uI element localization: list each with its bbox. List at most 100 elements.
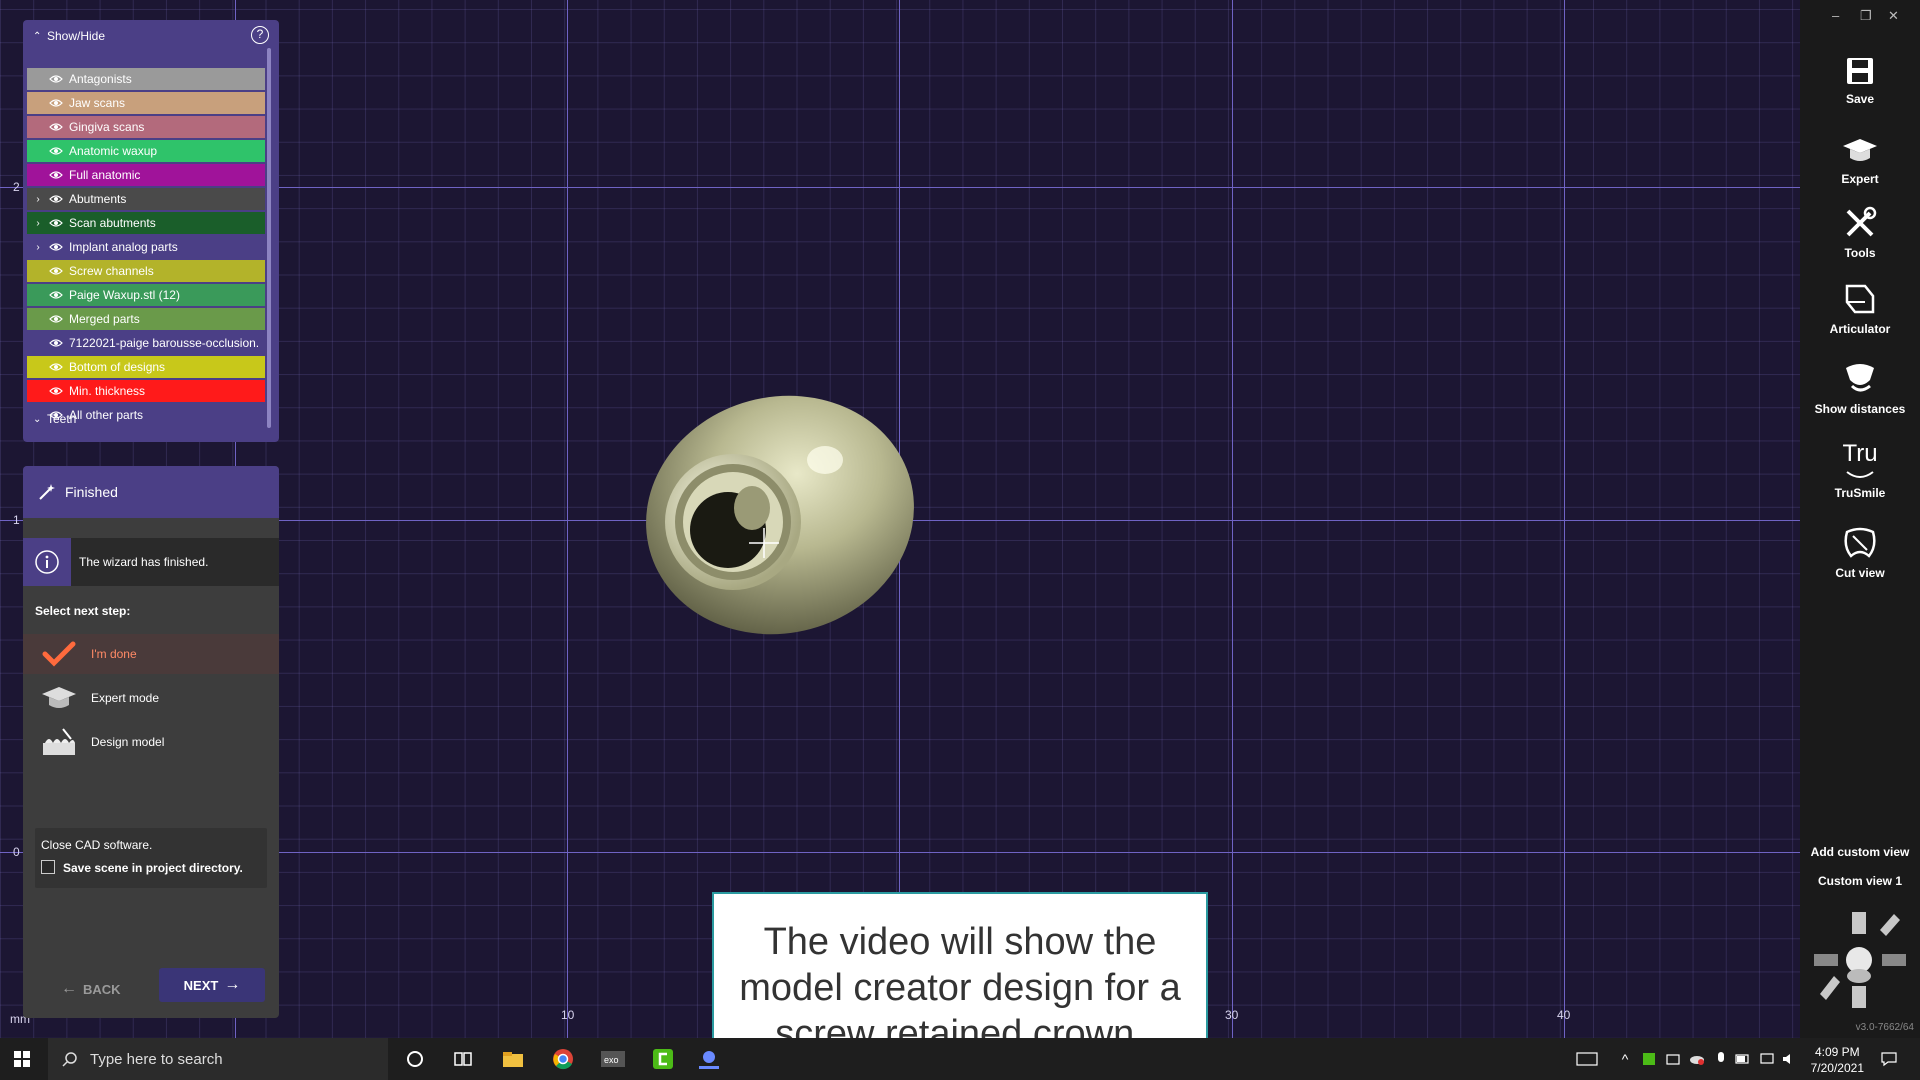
info-icon xyxy=(23,538,71,586)
layer-row[interactable]: Merged parts xyxy=(27,308,265,330)
show-hide-title: Show/Hide xyxy=(47,29,106,43)
layer-row[interactable]: Jaw scans xyxy=(27,92,265,114)
custom-view-1-button[interactable]: Custom view 1 xyxy=(1800,874,1920,888)
wizard-info-text: The wizard has finished. xyxy=(79,555,209,569)
layer-label: Implant analog parts xyxy=(69,240,178,254)
tools-button[interactable]: Tools xyxy=(1800,206,1920,260)
eye-icon[interactable] xyxy=(49,144,63,158)
design-model-option[interactable]: Design model xyxy=(23,722,279,762)
layer-row[interactable]: Paige Waxup.stl (12) xyxy=(27,284,265,306)
restore-icon[interactable]: ❐ xyxy=(1860,8,1872,24)
back-label: BACK xyxy=(83,981,121,997)
expert-mode-label: Expert mode xyxy=(91,691,160,705)
add-custom-view-button[interactable]: Add custom view xyxy=(1800,845,1920,859)
layer-row[interactable]: Full anatomic xyxy=(27,164,265,186)
y-axis-label: 2 xyxy=(13,180,20,194)
taskbar-clock[interactable]: 4:09 PM 7/20/2021 xyxy=(1811,1044,1864,1076)
cortana-icon[interactable] xyxy=(402,1046,428,1072)
show-hide-panel: ⌃ Show/Hide ? Antagonists Jaw scans Gingiv… xyxy=(23,20,279,442)
eye-icon[interactable] xyxy=(49,360,63,374)
x-axis-label: 30 xyxy=(1225,1008,1239,1022)
eye-icon[interactable] xyxy=(49,216,63,230)
checkmark-icon xyxy=(39,638,79,670)
next-button[interactable]: NEXT → xyxy=(159,968,265,1002)
layer-row[interactable]: Gingiva scans xyxy=(27,116,265,138)
im-done-label: I'm done xyxy=(91,647,137,661)
teeth-section-header[interactable]: ⌄ Teeth xyxy=(33,412,76,426)
distances-icon xyxy=(1846,364,1874,392)
eye-icon[interactable] xyxy=(49,192,63,206)
windows-start-icon[interactable] xyxy=(14,1051,30,1067)
im-done-option[interactable]: I'm done xyxy=(23,634,279,674)
x-axis-label: 10 xyxy=(561,1008,575,1022)
layer-label: Merged parts xyxy=(69,312,140,326)
expert-button[interactable]: Expert xyxy=(1800,136,1920,186)
select-next-step-label: Select next step: xyxy=(35,604,131,618)
magic-wand-icon xyxy=(39,484,55,500)
eye-icon[interactable] xyxy=(49,384,63,398)
y-axis-label: 0 xyxy=(13,845,20,859)
chrome-icon[interactable] xyxy=(550,1046,576,1072)
eye-icon[interactable] xyxy=(49,264,63,278)
layer-row[interactable]: Antagonists xyxy=(27,68,265,90)
chevron-right-icon[interactable]: › xyxy=(27,218,49,229)
layer-label: Min. thickness xyxy=(69,384,146,398)
cut-view-button[interactable]: Cut view xyxy=(1800,526,1920,580)
eye-icon[interactable] xyxy=(49,240,63,254)
show-hide-header[interactable]: ⌃ Show/Hide xyxy=(23,20,279,52)
layer-row[interactable]: Screw channels xyxy=(27,260,265,282)
x-axis-label: 40 xyxy=(1557,1008,1571,1022)
eye-icon[interactable] xyxy=(49,96,63,110)
task-view-icon[interactable] xyxy=(450,1046,476,1072)
network-icon[interactable] xyxy=(1660,1046,1686,1072)
eye-icon[interactable] xyxy=(49,72,63,86)
eye-icon[interactable] xyxy=(49,336,63,350)
layer-row[interactable]: Anatomic waxup xyxy=(27,140,265,162)
chevron-up-icon[interactable]: ^ xyxy=(1612,1046,1638,1072)
grid-major-line xyxy=(1232,0,1233,1038)
tray-app-icon[interactable] xyxy=(1636,1046,1662,1072)
eye-icon[interactable] xyxy=(49,168,63,182)
save-button[interactable]: Save xyxy=(1800,56,1920,106)
layer-row[interactable]: › Scan abutments xyxy=(27,212,265,234)
help-icon[interactable]: ? xyxy=(251,26,269,44)
volume-icon[interactable] xyxy=(1776,1046,1802,1072)
wizard-title: Finished xyxy=(65,484,118,500)
file-explorer-icon[interactable] xyxy=(500,1046,526,1072)
eye-icon[interactable] xyxy=(49,120,63,134)
keyboard-icon[interactable] xyxy=(1574,1046,1600,1072)
battery-icon[interactable] xyxy=(1730,1046,1756,1072)
eye-icon[interactable] xyxy=(49,312,63,326)
onedrive-icon[interactable] xyxy=(1684,1046,1710,1072)
taskbar-search[interactable]: Type here to search xyxy=(48,1038,388,1080)
camtasia-icon[interactable] xyxy=(650,1046,676,1072)
show-distances-button[interactable]: Show distances xyxy=(1800,360,1920,416)
crown-model[interactable] xyxy=(640,390,920,640)
layer-row[interactable]: › Implant analog parts xyxy=(27,236,265,258)
articulator-button[interactable]: Articulator xyxy=(1800,282,1920,336)
layer-row[interactable]: 7122021-paige barousse-occlusion. xyxy=(27,332,265,354)
active-app-icon[interactable] xyxy=(696,1046,722,1072)
close-cad-label: Close CAD software. xyxy=(41,838,153,852)
clock-time: 4:09 PM xyxy=(1814,1045,1860,1059)
layer-row[interactable]: Bottom of designs xyxy=(27,356,265,378)
layer-row[interactable]: › Abutments xyxy=(27,188,265,210)
chevron-right-icon[interactable]: › xyxy=(27,194,49,205)
view-orientation-widget[interactable] xyxy=(1812,910,1908,1010)
exocad-icon[interactable]: exo xyxy=(600,1046,626,1072)
save-scene-checkbox[interactable] xyxy=(41,860,55,874)
expert-mode-option[interactable]: Expert mode xyxy=(23,678,279,718)
taskbar: Type here to search exo ^ 4:09 PM 7/20/2… xyxy=(0,1038,1920,1080)
close-icon[interactable]: ✕ xyxy=(1888,8,1899,24)
right-toolbar: – ❐ ✕ Save Expert Tools Articulator Show… xyxy=(1800,0,1920,1038)
layer-list-scrollbar[interactable] xyxy=(267,48,271,428)
eye-icon[interactable] xyxy=(49,288,63,302)
minimize-icon[interactable]: – xyxy=(1832,8,1839,23)
y-axis-label: 1 xyxy=(13,513,20,527)
back-button[interactable]: ← BACK xyxy=(61,980,121,998)
model-creator-icon xyxy=(39,726,79,758)
notification-icon[interactable] xyxy=(1876,1046,1902,1072)
layer-row[interactable]: Min. thickness xyxy=(27,380,265,402)
trusmile-button[interactable]: Tru TruSmile xyxy=(1800,440,1920,500)
chevron-right-icon[interactable]: › xyxy=(27,242,49,253)
